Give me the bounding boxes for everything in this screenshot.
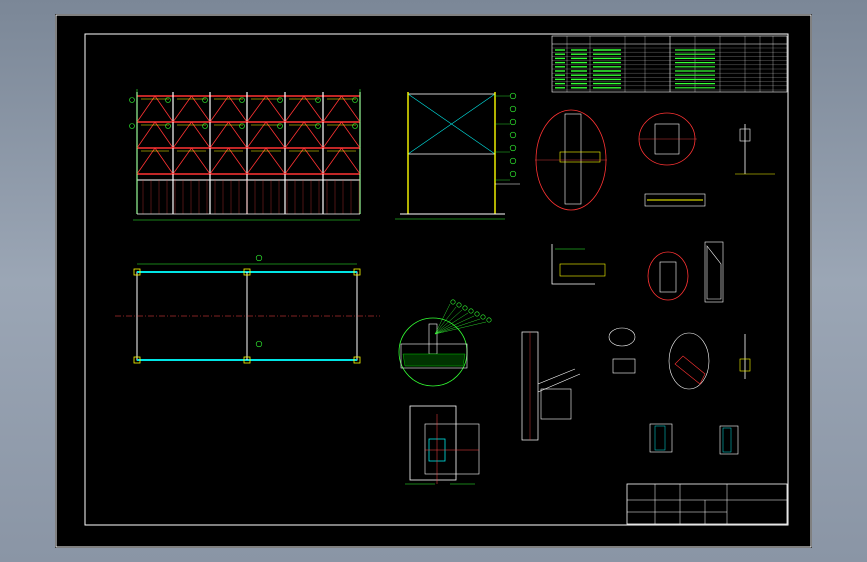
item-balloon <box>486 317 492 323</box>
node-balloon <box>277 123 283 129</box>
truss-diagonal <box>209 147 229 175</box>
item-balloon <box>509 105 517 113</box>
truss-diagonal <box>322 121 342 149</box>
item-balloon <box>456 302 462 308</box>
node-balloon <box>239 123 245 129</box>
item-balloon <box>480 314 486 320</box>
drawing-frame <box>84 33 789 526</box>
truss-diagonal <box>172 95 192 123</box>
node-detail-a <box>535 109 607 211</box>
material-table <box>551 35 788 93</box>
item-balloon <box>462 305 468 311</box>
node-balloon <box>129 97 135 103</box>
truss-diagonal <box>136 147 156 175</box>
front-elevation <box>129 89 361 221</box>
item-balloon <box>255 254 263 262</box>
truss-diagonal <box>322 147 342 175</box>
item-balloon <box>509 92 517 100</box>
item-balloon <box>509 170 517 178</box>
node-balloon <box>315 97 321 103</box>
plan-view <box>115 254 380 364</box>
truss-diagonal <box>265 121 286 149</box>
item-balloon <box>509 131 517 139</box>
item-balloon <box>509 144 517 152</box>
item-balloon <box>468 308 474 314</box>
truss-diagonal <box>303 121 324 149</box>
cad-drawing <box>55 14 812 548</box>
sheet-border <box>55 14 812 548</box>
leader-line <box>434 312 469 335</box>
drawing-sheet[interactable] <box>55 14 812 548</box>
node-balloon <box>352 97 358 103</box>
node-balloon <box>277 97 283 103</box>
node-detail-c <box>647 241 724 303</box>
item-balloon <box>255 340 263 348</box>
node-balloon <box>129 123 135 129</box>
node-detail-b <box>638 112 706 207</box>
side-elevation <box>395 92 520 220</box>
truss-diagonal <box>322 95 342 123</box>
truss-diagonal <box>209 95 229 123</box>
truss-diagonal <box>209 121 229 149</box>
truss-diagonal <box>172 147 192 175</box>
truss-diagonal <box>284 147 305 175</box>
column-section <box>735 124 775 175</box>
bracket-detail <box>551 244 606 285</box>
truss-diagonal <box>136 121 156 149</box>
leader-line <box>434 318 481 335</box>
node-balloon <box>165 97 171 103</box>
item-balloon <box>450 299 456 305</box>
node-balloon <box>352 123 358 129</box>
truss-diagonal <box>246 147 267 175</box>
item-balloon <box>509 118 517 126</box>
title-block <box>626 483 788 525</box>
truss-diagonal <box>284 95 305 123</box>
truss-diagonal <box>246 95 267 123</box>
truss-diagonal <box>246 121 267 149</box>
node-balloon <box>315 123 321 129</box>
stair-detail <box>521 331 581 441</box>
truss-diagonal <box>265 147 286 175</box>
anchor-detail <box>405 405 480 485</box>
item-balloon <box>509 157 517 165</box>
node-balloon <box>239 97 245 103</box>
truss-diagonal <box>136 95 156 123</box>
node-balloon <box>202 97 208 103</box>
truss-diagonal <box>265 95 286 123</box>
truss-diagonal <box>154 147 174 175</box>
small-details <box>608 327 751 455</box>
node-balloon <box>165 123 171 129</box>
base-detail <box>398 299 492 387</box>
node-balloon <box>202 123 208 129</box>
item-balloon <box>474 311 480 317</box>
truss-diagonal <box>172 121 192 149</box>
truss-diagonal <box>303 95 324 123</box>
truss-diagonal <box>341 147 361 175</box>
truss-diagonal <box>284 121 305 149</box>
truss-diagonal <box>228 147 248 175</box>
leader-line <box>434 309 463 335</box>
leader-line <box>434 303 451 335</box>
truss-diagonal <box>191 147 211 175</box>
truss-diagonal <box>303 147 324 175</box>
